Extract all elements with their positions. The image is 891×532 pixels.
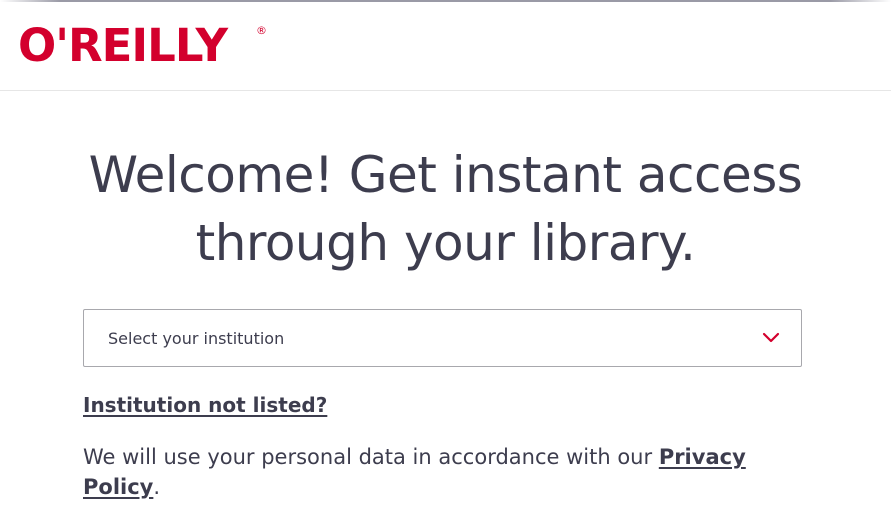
privacy-notice-period: . [153, 475, 161, 499]
oreilly-logo[interactable]: O'REILLY [18, 20, 228, 72]
page-title-line-1: Welcome! Get instant access [88, 146, 803, 204]
institution-select-placeholder: Select your institution [108, 329, 285, 348]
page-title-line-2: through your library. [195, 214, 696, 272]
page-title: Welcome! Get instant access through your… [0, 141, 891, 277]
institution-select[interactable]: Select your institution [83, 309, 802, 367]
privacy-notice: We will use your personal data in accord… [83, 442, 793, 502]
chevron-down-icon [762, 332, 780, 343]
privacy-notice-text: We will use your personal data in accord… [83, 445, 659, 469]
institution-not-listed-link[interactable]: Institution not listed? [83, 392, 327, 418]
site-header: O'REILLY ® [0, 0, 891, 91]
registered-mark: ® [256, 24, 267, 37]
